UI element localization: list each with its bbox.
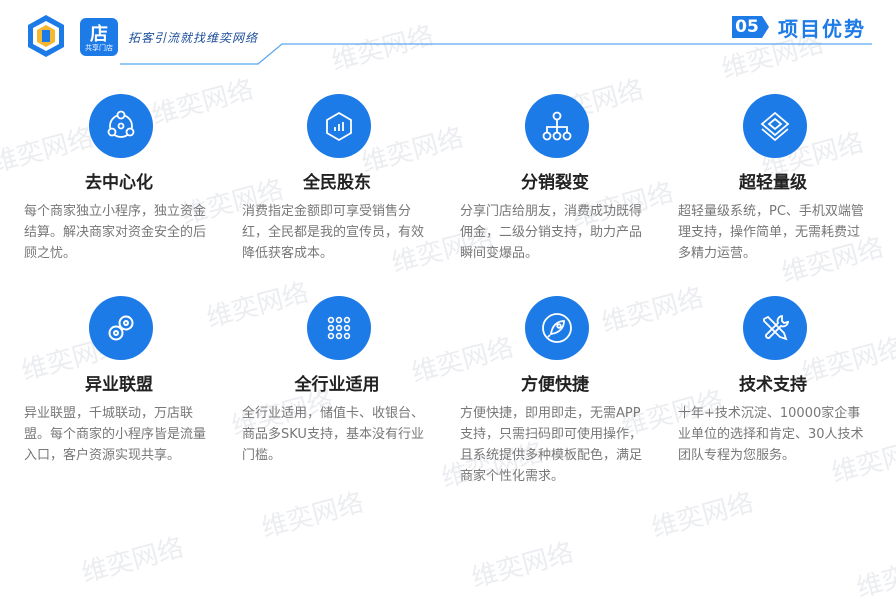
app-logo: 店 共享门店 [80,18,118,56]
watermark: 维奕网络 [78,532,187,589]
network-icon [89,94,153,158]
feature-description: 分享门店给朋友，消费成功既得佣金，二级分销支持，助力产品瞬间变爆品。 [460,204,643,261]
feature-description: 十年+技术沉淀、10000家企事业单位的选择和肯定、30人技术团队专程为您服务。 [678,406,864,463]
chart-box-icon [307,94,371,158]
feature-description: 方便快捷，即用即走，无需APP支持，只需扫码即可使用操作，且系统提供多种模板配色… [460,406,643,484]
feature-title: 全民股东 [303,173,371,193]
feature-title: 去中心化 [85,173,153,193]
company-logo-icon [28,15,64,57]
header: 店 共享门店 拓客引流就找维奕网络 05 项目优势 [0,0,896,70]
grid-dots-icon [307,296,371,360]
feature-description: 超轻量级系统，PC、手机双端管理支持，操作简单，无需耗费过多精力运营。 [678,204,864,261]
app-logo-caption: 共享门店 [85,44,113,52]
layers-icon [743,94,807,158]
link-icon [89,296,153,360]
feature-description: 全行业适用，储值卡、收银台、商品多SKU支持，基本没有行业门槛。 [242,406,425,463]
watermark: 维奕网络 [468,537,577,594]
watermark: 维奕网络 [203,277,312,334]
watermark: 维奕网络 [598,282,707,339]
watermark: 维奕网络 [853,547,896,604]
feature-title: 超轻量级 [739,173,807,193]
feature-description: 消费指定金额即可享受销售分红，全民都是我的宣传员，有效降低获客成本。 [242,204,425,261]
section-title: 项目优势 [778,17,866,41]
watermark: 维奕网络 [148,74,257,131]
feature-description: 异业联盟，千城联动，万店联盟。每个商家的小程序皆是流量入口，客户资源实现共享。 [24,406,207,463]
slogan: 拓客引流就找维奕网络 [128,31,259,45]
feature-description: 每个商家独立小程序，独立资金结算。解决商家对资金安全的后顾之忧。 [24,204,207,261]
feature-title: 方便快捷 [521,375,589,395]
feature-title: 技术支持 [739,375,807,395]
feature-title: 异业联盟 [85,375,153,395]
rocket-icon [525,296,589,360]
watermark: 维奕网络 [258,487,367,544]
hierarchy-icon [525,94,589,158]
tools-icon [743,296,807,360]
feature-title: 全行业适用 [294,375,380,395]
watermark: 维奕网络 [648,487,757,544]
section-number: 05 [732,16,769,38]
feature-title: 分销裂变 [521,173,589,193]
